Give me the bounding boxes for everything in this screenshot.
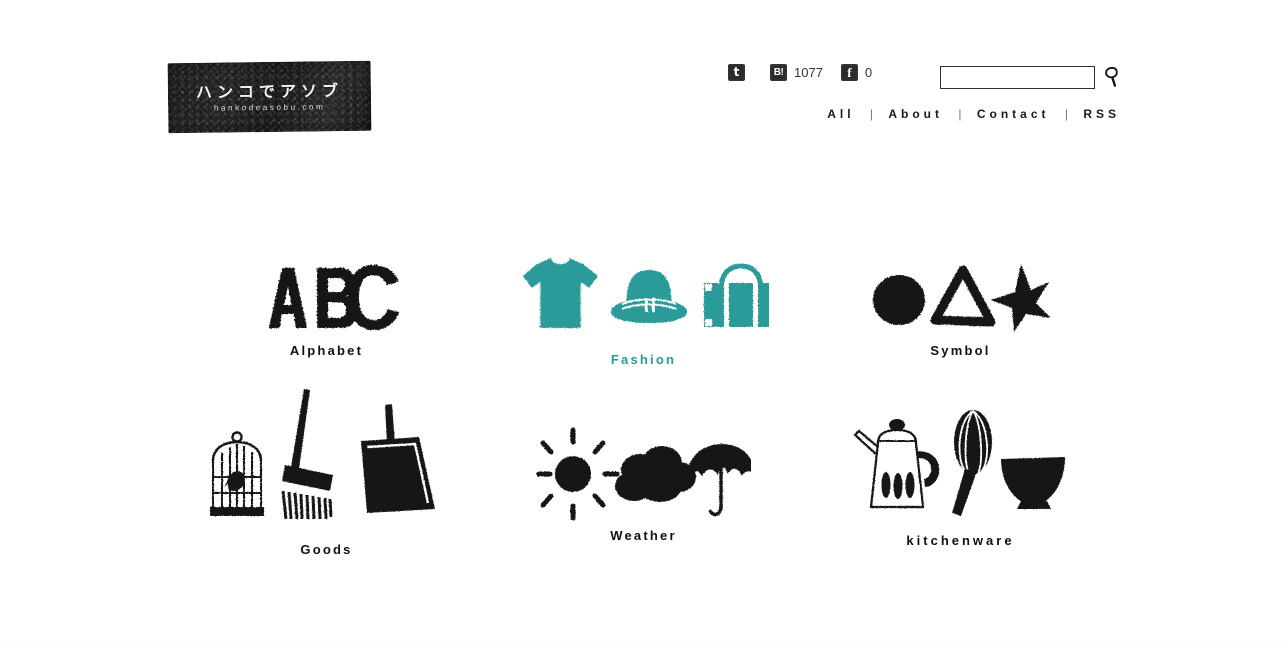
category-kitchenware[interactable]: kitchenware [802,410,1119,602]
nav-item-contact[interactable]: Contact [977,107,1050,121]
circle-stamp [872,275,925,325]
search-form [940,65,1123,89]
hatena-bookmark-icon: B! [770,64,787,81]
letter-c-stamp [347,265,399,330]
social-link-facebook[interactable]: f 0 [840,64,873,81]
footer-divider [0,645,1288,646]
site-logo[interactable]: ハンコでアソブ hankodeasobu.com [167,60,372,134]
facebook-count: 0 [864,65,873,80]
triangle-stamp [930,265,995,327]
category-symbol[interactable]: Symbol [802,222,1119,412]
category-alphabet-art [168,222,485,332]
category-goods-art [168,389,485,522]
twitter-icon: t [728,64,745,81]
category-weather[interactable]: Weather [485,412,802,602]
site-header: ハンコでアソブ hankodeasobu.com t B! 1077 f 0 A… [0,0,1288,150]
tshirt-stamp [522,258,598,328]
category-grid: Alphabet Fashion Symbol Goods Weather ki… [168,222,1120,602]
category-goods[interactable]: Goods [168,389,485,602]
category-goods-label: Goods [300,542,353,557]
social-links: t B! 1077 f 0 [728,64,890,81]
nav-separator: | [1064,107,1068,121]
main-navigation: All | About | Contact | RSS [0,107,1120,121]
social-link-twitter[interactable]: t [728,64,752,81]
star-stamp [990,264,1051,332]
category-weather-art [485,412,802,522]
logo-japanese-text: ハンコでアソブ [195,83,344,102]
facebook-icon: f [840,64,858,81]
whisk-stamp [952,410,992,516]
category-row: Goods Weather kitchenware [168,389,1120,602]
category-weather-label: Weather [610,528,677,543]
category-alphabet-label: Alphabet [289,343,364,358]
broom-stamp [281,389,333,520]
cloud-stamp [615,446,696,502]
category-kitchenware-label: kitchenware [906,533,1015,548]
search-submit-button[interactable] [1103,65,1123,89]
nav-item-rss[interactable]: RSS [1083,107,1120,121]
category-alphabet[interactable]: Alphabet [168,222,485,412]
suitcase-stamp [703,263,769,327]
category-fashion[interactable]: Fashion [485,222,802,412]
letter-a-stamp [268,268,307,328]
nav-separator: | [869,107,874,121]
category-fashion-label: Fashion [610,352,677,367]
social-link-hatena[interactable]: B! 1077 [770,64,823,81]
search-icon [1105,66,1118,87]
category-symbol-art [802,222,1119,332]
nav-item-all[interactable]: All [827,107,854,121]
dustpan-stamp [361,404,435,513]
nav-item-about[interactable]: About [888,107,943,121]
hat-stamp [610,270,687,323]
bowl-stamp [1001,457,1065,509]
sun-stamp [536,427,620,521]
category-row: Alphabet Fashion Symbol [168,222,1120,412]
birdcage-stamp [210,431,264,516]
category-kitchenware-art [802,410,1119,522]
nav-separator: | [958,107,962,121]
hatena-count: 1077 [794,65,823,80]
category-symbol-label: Symbol [930,343,991,358]
category-fashion-art [485,222,802,332]
kettle-stamp [853,419,940,509]
search-input[interactable] [940,65,1095,89]
